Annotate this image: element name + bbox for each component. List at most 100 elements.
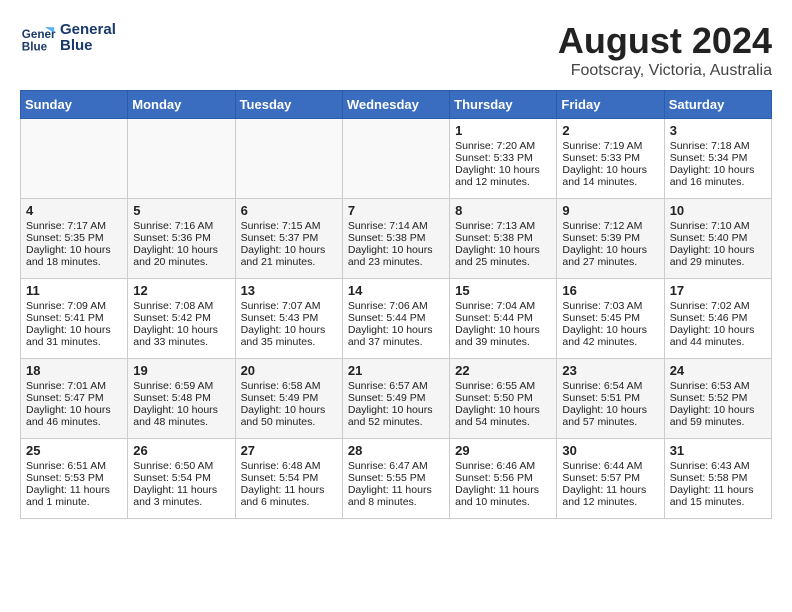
day-info: Sunset: 5:45 PM	[562, 312, 658, 324]
day-info: and 48 minutes.	[133, 416, 229, 428]
day-info: Sunrise: 7:02 AM	[670, 300, 766, 312]
day-info: Sunrise: 6:43 AM	[670, 460, 766, 472]
day-info: Daylight: 10 hours	[26, 324, 122, 336]
logo-icon: General Blue	[20, 20, 56, 56]
day-info: Daylight: 10 hours	[562, 404, 658, 416]
day-info: Sunrise: 6:55 AM	[455, 380, 551, 392]
day-number: 31	[670, 443, 766, 458]
day-number: 2	[562, 123, 658, 138]
day-info: and 31 minutes.	[26, 336, 122, 348]
day-info: Sunset: 5:42 PM	[133, 312, 229, 324]
day-info: Sunrise: 7:18 AM	[670, 140, 766, 152]
day-info: Daylight: 10 hours	[455, 244, 551, 256]
svg-text:Blue: Blue	[22, 41, 48, 54]
day-info: Sunset: 5:54 PM	[241, 472, 337, 484]
calendar-cell: 15Sunrise: 7:04 AMSunset: 5:44 PMDayligh…	[450, 279, 557, 359]
day-info: Sunrise: 7:07 AM	[241, 300, 337, 312]
day-number: 24	[670, 363, 766, 378]
day-number: 16	[562, 283, 658, 298]
day-info: Sunrise: 7:13 AM	[455, 220, 551, 232]
day-number: 14	[348, 283, 444, 298]
calendar-cell: 25Sunrise: 6:51 AMSunset: 5:53 PMDayligh…	[21, 439, 128, 519]
day-info: and 16 minutes.	[670, 176, 766, 188]
day-info: Sunset: 5:37 PM	[241, 232, 337, 244]
day-info: Sunrise: 7:14 AM	[348, 220, 444, 232]
month-title: August 2024	[558, 20, 772, 62]
calendar-cell	[128, 119, 235, 199]
day-info: Sunrise: 6:53 AM	[670, 380, 766, 392]
day-info: and 27 minutes.	[562, 256, 658, 268]
day-number: 18	[26, 363, 122, 378]
day-info: Sunset: 5:58 PM	[670, 472, 766, 484]
header-saturday: Saturday	[664, 91, 771, 119]
calendar-cell: 10Sunrise: 7:10 AMSunset: 5:40 PMDayligh…	[664, 199, 771, 279]
calendar-cell: 12Sunrise: 7:08 AMSunset: 5:42 PMDayligh…	[128, 279, 235, 359]
day-number: 20	[241, 363, 337, 378]
calendar-cell: 19Sunrise: 6:59 AMSunset: 5:48 PMDayligh…	[128, 359, 235, 439]
day-number: 23	[562, 363, 658, 378]
calendar-cell: 2Sunrise: 7:19 AMSunset: 5:33 PMDaylight…	[557, 119, 664, 199]
day-info: Sunset: 5:49 PM	[241, 392, 337, 404]
day-info: Daylight: 10 hours	[133, 324, 229, 336]
calendar-cell: 6Sunrise: 7:15 AMSunset: 5:37 PMDaylight…	[235, 199, 342, 279]
calendar-cell: 8Sunrise: 7:13 AMSunset: 5:38 PMDaylight…	[450, 199, 557, 279]
header-row: SundayMondayTuesdayWednesdayThursdayFrid…	[21, 91, 772, 119]
day-info: Sunset: 5:54 PM	[133, 472, 229, 484]
day-info: and 25 minutes.	[455, 256, 551, 268]
day-info: Sunrise: 7:12 AM	[562, 220, 658, 232]
calendar-cell: 21Sunrise: 6:57 AMSunset: 5:49 PMDayligh…	[342, 359, 449, 439]
day-number: 6	[241, 203, 337, 218]
calendar-cell: 31Sunrise: 6:43 AMSunset: 5:58 PMDayligh…	[664, 439, 771, 519]
calendar-cell: 16Sunrise: 7:03 AMSunset: 5:45 PMDayligh…	[557, 279, 664, 359]
calendar-cell: 14Sunrise: 7:06 AMSunset: 5:44 PMDayligh…	[342, 279, 449, 359]
calendar-cell: 5Sunrise: 7:16 AMSunset: 5:36 PMDaylight…	[128, 199, 235, 279]
day-info: Daylight: 10 hours	[133, 404, 229, 416]
calendar-cell: 3Sunrise: 7:18 AMSunset: 5:34 PMDaylight…	[664, 119, 771, 199]
calendar-cell: 1Sunrise: 7:20 AMSunset: 5:33 PMDaylight…	[450, 119, 557, 199]
day-info: Sunrise: 6:54 AM	[562, 380, 658, 392]
calendar-cell: 17Sunrise: 7:02 AMSunset: 5:46 PMDayligh…	[664, 279, 771, 359]
day-info: and 35 minutes.	[241, 336, 337, 348]
day-info: and 50 minutes.	[241, 416, 337, 428]
day-info: and 42 minutes.	[562, 336, 658, 348]
day-info: Sunset: 5:38 PM	[348, 232, 444, 244]
day-info: Daylight: 10 hours	[670, 324, 766, 336]
day-info: Sunrise: 7:10 AM	[670, 220, 766, 232]
day-info: Sunrise: 7:09 AM	[26, 300, 122, 312]
day-info: Sunrise: 7:20 AM	[455, 140, 551, 152]
day-info: Daylight: 11 hours	[133, 484, 229, 496]
day-number: 1	[455, 123, 551, 138]
day-info: Sunset: 5:36 PM	[133, 232, 229, 244]
day-info: Sunset: 5:39 PM	[562, 232, 658, 244]
calendar-cell: 29Sunrise: 6:46 AMSunset: 5:56 PMDayligh…	[450, 439, 557, 519]
day-info: and 52 minutes.	[348, 416, 444, 428]
calendar-table: SundayMondayTuesdayWednesdayThursdayFrid…	[20, 90, 772, 519]
day-info: Sunrise: 7:01 AM	[26, 380, 122, 392]
day-number: 22	[455, 363, 551, 378]
day-info: and 10 minutes.	[455, 496, 551, 508]
day-info: Sunrise: 7:19 AM	[562, 140, 658, 152]
day-info: and 12 minutes.	[562, 496, 658, 508]
day-info: Daylight: 10 hours	[241, 404, 337, 416]
day-info: Daylight: 10 hours	[348, 244, 444, 256]
day-info: and 54 minutes.	[455, 416, 551, 428]
day-info: Sunset: 5:49 PM	[348, 392, 444, 404]
day-info: Daylight: 10 hours	[455, 324, 551, 336]
day-info: Sunset: 5:56 PM	[455, 472, 551, 484]
day-number: 5	[133, 203, 229, 218]
calendar-cell: 23Sunrise: 6:54 AMSunset: 5:51 PMDayligh…	[557, 359, 664, 439]
day-info: and 12 minutes.	[455, 176, 551, 188]
logo: General Blue General Blue	[20, 20, 116, 56]
day-info: Daylight: 11 hours	[26, 484, 122, 496]
day-info: Sunrise: 6:50 AM	[133, 460, 229, 472]
day-info: and 46 minutes.	[26, 416, 122, 428]
day-number: 4	[26, 203, 122, 218]
week-row-3: 18Sunrise: 7:01 AMSunset: 5:47 PMDayligh…	[21, 359, 772, 439]
day-number: 7	[348, 203, 444, 218]
calendar-cell: 30Sunrise: 6:44 AMSunset: 5:57 PMDayligh…	[557, 439, 664, 519]
day-info: Daylight: 10 hours	[26, 404, 122, 416]
day-info: Daylight: 10 hours	[670, 164, 766, 176]
header-wednesday: Wednesday	[342, 91, 449, 119]
day-info: and 20 minutes.	[133, 256, 229, 268]
calendar-cell: 13Sunrise: 7:07 AMSunset: 5:43 PMDayligh…	[235, 279, 342, 359]
